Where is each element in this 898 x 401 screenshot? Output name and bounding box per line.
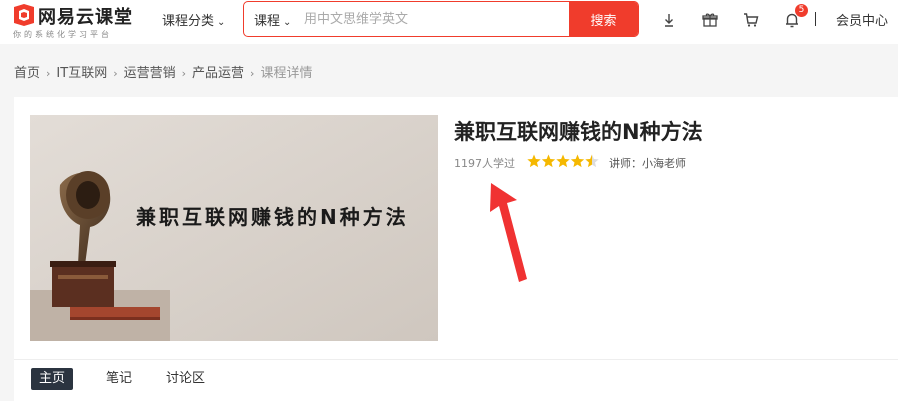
chevron-right-icon: › (113, 67, 118, 80)
search-box: 课程⌄ 搜索 (243, 1, 639, 37)
search-type-dropdown[interactable]: 课程 ⌄ (254, 10, 291, 29)
breadcrumb-marketing[interactable]: 运营营销 (124, 66, 176, 81)
tab-notes[interactable]: 笔记 (98, 368, 140, 390)
top-header: 网易云课堂 你的系统化学习平台 课程分类⌄ 课程⌄ 搜索 5 会员中心 (0, 0, 898, 44)
star-icon (541, 154, 556, 168)
breadcrumb: 首页 › IT互联网 › 运营营销 › 产品运营 › 课程详情 (14, 62, 312, 81)
course-cover-image[interactable]: 兼职互联网赚钱的N种方法 (30, 115, 438, 341)
breadcrumb-it[interactable]: IT互联网 (56, 66, 107, 81)
cover-title-text: 兼职互联网赚钱的N种方法 (136, 205, 409, 229)
chevron-down-icon: ⌄ (217, 17, 226, 28)
search-button[interactable]: 搜索 (569, 2, 638, 36)
gift-icon[interactable] (701, 11, 719, 29)
cart-icon[interactable] (742, 11, 760, 29)
logo-icon (14, 4, 34, 26)
search-input[interactable] (304, 6, 564, 32)
breadcrumb-current: 课程详情 (260, 66, 313, 81)
member-center-link[interactable]: 会员中心 (836, 10, 888, 29)
chevron-right-icon: › (46, 67, 51, 80)
course-card: 兼职互联网赚钱的N种方法 兼职互联网赚钱的N种方法 1197人学过 讲师：小海老… (14, 97, 898, 359)
logo[interactable]: 网易云课堂 你的系统化学习平台 (12, 3, 152, 41)
chevron-right-icon: › (181, 67, 187, 80)
learner-count: 1197人学过 (454, 157, 515, 170)
logo-title: 网易云课堂 (38, 7, 133, 28)
star-icon (585, 154, 599, 168)
star-icon (556, 154, 570, 168)
header-divider (815, 12, 816, 26)
download-icon[interactable] (660, 11, 678, 29)
tab-home[interactable]: 主页 (31, 368, 74, 390)
category-menu-label: 课程分类 (162, 14, 215, 29)
course-title: 兼职互联网赚钱的N种方法 (454, 120, 703, 144)
tab-discussion[interactable]: 讨论区 (158, 368, 213, 390)
logo-subtitle: 你的系统化学习平台 (13, 30, 112, 39)
star-icon (527, 154, 541, 168)
search-type-label: 课程 (254, 14, 281, 29)
breadcrumb-product-ops[interactable]: 产品运营 (192, 66, 244, 81)
notification-badge: 5 (795, 4, 808, 17)
breadcrumb-home[interactable]: 首页 (14, 66, 40, 81)
teacher-name[interactable]: 讲师：小海老师 (609, 155, 686, 171)
course-tabs: 主页 笔记 讨论区 (14, 359, 898, 401)
chevron-right-icon: › (250, 67, 255, 80)
chevron-down-icon: ⌄ (283, 17, 292, 28)
category-menu[interactable]: 课程分类 ⌄ (162, 10, 225, 30)
star-icon (570, 154, 585, 168)
rating-stars (527, 154, 599, 168)
